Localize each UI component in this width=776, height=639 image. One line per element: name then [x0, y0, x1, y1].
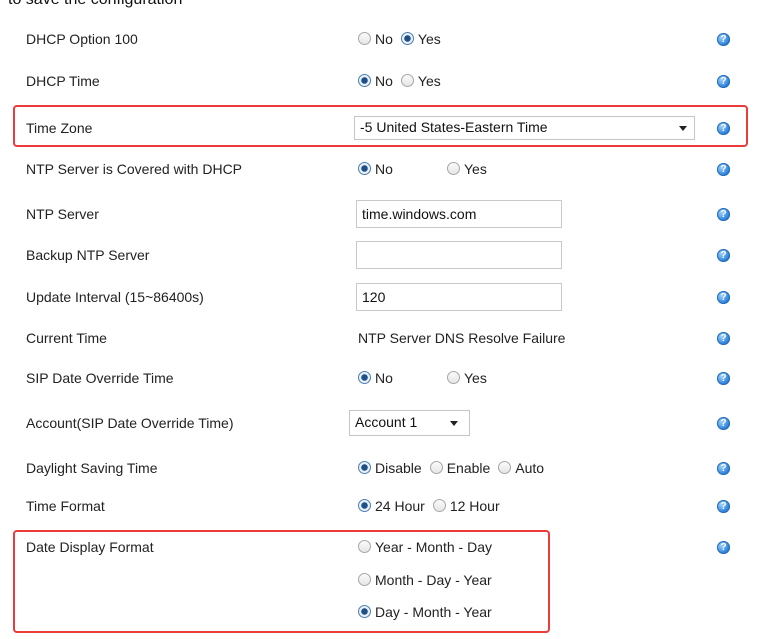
help-icon[interactable]: [717, 208, 730, 221]
date-format-ymd-radio[interactable]: [358, 540, 371, 553]
dhcp-option-100-label: DHCP Option 100: [26, 31, 138, 47]
help-icon[interactable]: [717, 122, 730, 135]
ntp-dhcp-yes-radio[interactable]: [447, 162, 460, 175]
row-dhcp-option-100: DHCP Option 100 No Yes: [0, 28, 776, 52]
ntp-dhcp-label: NTP Server is Covered with DHCP: [26, 161, 243, 177]
sip-date-override-no-group: No: [358, 370, 401, 386]
ntp-dhcp-no-radio[interactable]: [358, 162, 371, 175]
help-icon[interactable]: [717, 249, 730, 262]
sip-date-override-yes-group: Yes: [447, 370, 495, 386]
date-format-mdy-radio[interactable]: [358, 573, 371, 586]
row-dhcp-time: DHCP Time No Yes: [0, 70, 776, 94]
dhcp-time-yes-radio[interactable]: [400, 74, 414, 87]
row-account: Account(SIP Date Override Time) Account …: [0, 408, 776, 438]
dhcp-time-radio-group: No Yes: [358, 73, 449, 89]
backup-ntp-server-input[interactable]: [356, 241, 562, 269]
time-format-label: Time Format: [26, 498, 105, 514]
time-format-radio-group: 24 Hour 12 Hour: [358, 498, 508, 514]
row-backup-ntp-server: Backup NTP Server: [0, 240, 776, 270]
row-current-time: Current Time NTP Server DNS Resolve Fail…: [0, 327, 776, 351]
sip-date-override-yes-label: Yes: [464, 370, 487, 386]
date-format-dmy-radio[interactable]: [358, 605, 371, 618]
daylight-saving-auto-radio[interactable]: [498, 461, 512, 474]
ntp-dhcp-no-group: No: [358, 161, 401, 177]
ntp-dhcp-yes-group: Yes: [447, 161, 495, 177]
row-time-format: Time Format 24 Hour 12 Hour: [0, 495, 776, 519]
account-select[interactable]: Account 1: [349, 410, 470, 436]
date-format-ymd-label: Year - Month - Day: [375, 539, 492, 555]
header-fragment: to save the configuration: [8, 0, 182, 9]
help-icon[interactable]: [717, 500, 730, 513]
time-format-12-radio[interactable]: [432, 499, 446, 512]
help-icon[interactable]: [717, 291, 730, 304]
row-ntp-dhcp: NTP Server is Covered with DHCP No Yes: [0, 158, 776, 182]
date-display-format-label: Date Display Format: [26, 539, 154, 555]
sip-date-override-label: SIP Date Override Time: [26, 370, 174, 386]
dhcp-time-label: DHCP Time: [26, 73, 100, 89]
dhcp-option-100-radio-group: No Yes: [358, 31, 449, 47]
current-time-label: Current Time: [26, 330, 107, 346]
row-update-interval: Update Interval (15~86400s): [0, 282, 776, 312]
ntp-dhcp-no-label: No: [375, 161, 393, 177]
time-zone-select[interactable]: -5 United States-Eastern Time: [354, 116, 695, 140]
dhcp-time-no-radio[interactable]: [358, 74, 371, 87]
update-interval-label: Update Interval (15~86400s): [26, 289, 204, 305]
help-icon[interactable]: [717, 163, 730, 176]
daylight-saving-enable-radio[interactable]: [429, 461, 443, 474]
dhcp-option-100-no-label: No: [375, 31, 393, 47]
dhcp-option-100-no-radio[interactable]: [358, 32, 371, 45]
ntp-server-input[interactable]: [356, 200, 562, 228]
dhcp-option-100-yes-radio[interactable]: [400, 32, 414, 45]
help-icon[interactable]: [717, 462, 730, 475]
sip-date-override-yes-radio[interactable]: [447, 371, 460, 384]
help-icon[interactable]: [717, 75, 730, 88]
help-icon[interactable]: [717, 33, 730, 46]
chevron-down-icon: [450, 421, 458, 426]
time-format-12-label: 12 Hour: [449, 498, 500, 514]
date-format-dmy-label: Day - Month - Year: [375, 604, 492, 620]
help-icon[interactable]: [717, 332, 730, 345]
daylight-saving-disable-label: Disable: [375, 460, 422, 476]
date-format-ymd-group: Year - Month - Day: [358, 539, 500, 555]
row-sip-date-override: SIP Date Override Time No Yes: [0, 367, 776, 391]
daylight-saving-enable-label: Enable: [446, 460, 491, 476]
chevron-down-icon: [679, 126, 687, 131]
date-format-mdy-group: Month - Day - Year: [358, 572, 500, 588]
update-interval-input[interactable]: [356, 283, 562, 311]
account-label: Account(SIP Date Override Time): [26, 415, 234, 431]
dhcp-time-no-label: No: [375, 73, 393, 89]
date-format-mdy-label: Month - Day - Year: [375, 572, 492, 588]
date-format-dmy-group: Day - Month - Year: [358, 604, 500, 620]
time-format-24-radio[interactable]: [358, 499, 371, 512]
row-time-zone: Time Zone -5 United States-Eastern Time: [0, 114, 776, 142]
help-icon[interactable]: [717, 372, 730, 385]
daylight-saving-radio-group: Disable Enable Auto: [358, 460, 552, 476]
help-icon[interactable]: [717, 541, 730, 554]
daylight-saving-auto-label: Auto: [515, 460, 545, 476]
sip-date-override-no-radio[interactable]: [358, 371, 371, 384]
account-value: Account 1: [355, 414, 418, 430]
dhcp-option-100-yes-label: Yes: [417, 31, 441, 47]
dhcp-time-yes-label: Yes: [417, 73, 441, 89]
row-daylight-saving: Daylight Saving Time Disable Enable Auto: [0, 457, 776, 481]
daylight-saving-label: Daylight Saving Time: [26, 460, 158, 476]
row-date-display-format: Date Display Format Year - Month - Day M…: [0, 536, 776, 632]
current-time-value: NTP Server DNS Resolve Failure: [358, 330, 566, 346]
daylight-saving-disable-radio[interactable]: [358, 461, 371, 474]
help-icon[interactable]: [717, 417, 730, 430]
time-zone-label: Time Zone: [26, 120, 93, 136]
ntp-server-label: NTP Server: [26, 206, 99, 222]
time-zone-value: -5 United States-Eastern Time: [360, 119, 548, 135]
sip-date-override-no-label: No: [375, 370, 393, 386]
row-ntp-server: NTP Server: [0, 199, 776, 229]
ntp-dhcp-yes-label: Yes: [464, 161, 487, 177]
backup-ntp-server-label: Backup NTP Server: [26, 247, 150, 263]
time-format-24-label: 24 Hour: [375, 498, 425, 514]
